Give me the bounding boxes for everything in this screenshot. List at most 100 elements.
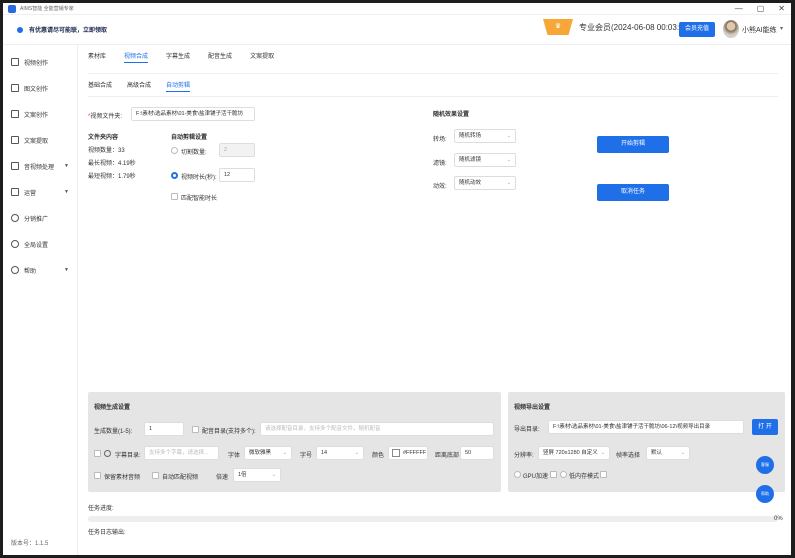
progress-percent: 0% [774,516,783,522]
count-input[interactable]: 1 [144,422,184,436]
sidebar-item-operation[interactable]: 运营 ▼ [3,179,77,205]
color-input[interactable]: #FFFFFF [388,446,428,460]
settings-icon [11,240,19,248]
sidebar-item-label: 图文创作 [24,86,49,93]
sidebar-item-copy-extract[interactable]: 文案提取 [3,127,77,153]
low-mem-checkbox[interactable] [600,471,607,478]
export-dir-label: 导出目录: [514,427,540,433]
help-icon: 帮助 [761,491,769,496]
sidebar-item-settings[interactable]: 全局设置 [3,231,77,257]
export-dir-input[interactable]: F:\素材\选品素材\01-美食\盐津铺子活干脆坊\06-12\视频导出目录 [548,420,744,434]
filter-select[interactable]: 随机滤镜 ⌄ [454,153,516,167]
speed-label: 倍速 [216,475,229,481]
vip-label: 专业会员(2024-06-08 00:03:59) [579,22,691,32]
font-value: 微软雅黑 [249,450,272,456]
tab-video-compose[interactable]: 视频合成 [124,51,149,63]
transition-label: 转场: [433,137,447,143]
duration-input[interactable]: 12 [219,168,255,182]
generation-settings-panel: 视频生成设置 生成数量(1-5): 1 配音目录(支持多个): 请选择配音目录，… [88,392,501,492]
user-menu-chevron-down-icon[interactable]: ▾ [780,25,783,32]
tab-subtitle[interactable]: 字幕生成 [166,51,190,63]
speed-value: 1倍 [238,472,247,478]
size-value: 14 [321,450,328,456]
auto-fit-checkbox[interactable] [152,472,159,479]
sidebar-item-image-text[interactable]: 图文创作 [3,75,77,101]
subtitle-input[interactable]: 支持多个字幕，请选择... [144,446,219,460]
transition-select[interactable]: 随机转场 ⌄ [454,129,516,143]
sidebar-item-label: 视频创作 [24,60,49,67]
help-icon [11,266,19,274]
sidebar-item-label: 音视频处理 [24,164,55,171]
subtitle-placeholder: 支持多个字幕，请选择... [149,450,209,456]
sub-tabs: 基础合成 高级合成 自动剪辑 [88,81,205,92]
maximize-icon[interactable]: ▢ [757,4,765,13]
segments-input[interactable]: 2 [219,143,255,157]
fps-select[interactable]: 默认 ⌄ [646,446,690,460]
bgm-label: 配音目录(支持多个): [202,429,256,435]
tab-dubbing[interactable]: 配音生成 [208,51,232,63]
minimize-icon[interactable]: — [735,4,743,13]
sidebar-item-label: 全局设置 [24,242,49,249]
sidebar-item-help[interactable]: 帮助 ▼ [3,257,77,283]
transition-value: 随机转场 [459,133,482,139]
speed-select[interactable]: 1倍 ⌄ [233,468,281,482]
sidebar-item-label: 分销推广 [24,216,49,223]
subtitle-label: 字幕目录: [115,453,141,459]
spacing-label: 距离底部 [435,453,460,459]
app-logo-icon [8,4,16,13]
font-select[interactable]: 微软雅黑 ⌄ [244,446,292,460]
generation-settings-title: 视频生成设置 [94,405,131,411]
low-mem-radio[interactable] [560,471,567,478]
chevron-down-icon: ⌄ [506,157,511,163]
sidebar-item-label: 帮助 [24,268,37,275]
renew-button[interactable]: 会员充值 [679,22,715,37]
subtab-basic[interactable]: 基础合成 [88,81,112,92]
tabs-divider [88,73,778,74]
subtab-advanced[interactable]: 高级合成 [127,81,151,92]
size-select[interactable]: 14 ⌄ [316,446,364,460]
avatar[interactable] [723,20,739,38]
tab-material[interactable]: 素材库 [88,51,106,63]
smart-duration-checkbox[interactable] [171,193,178,200]
close-icon[interactable]: ✕ [778,4,785,13]
image-text-icon [11,84,19,92]
gpu-radio[interactable] [514,471,521,478]
sidebar-item-video-create[interactable]: 视频创作 [3,49,77,75]
low-mem-label: 低内存模式 [569,474,600,480]
subtitle-checkbox[interactable] [94,450,101,457]
main-tabs: 素材库 视频合成 字幕生成 配音生成 文案提取 [88,51,292,63]
keep-audio-checkbox[interactable] [94,472,101,479]
bgm-input[interactable]: 请选择配音目录，支持多个配音文件，随机配音 [260,422,494,436]
cancel-task-button[interactable]: 取消任务 [597,184,669,201]
chevron-down-icon: ▼ [64,189,69,195]
open-dir-button[interactable]: 打 开 [752,419,778,435]
folder-input[interactable]: F:\素材\选品素材\01-美食\盐津铺子活干脆坊 [131,107,255,121]
customer-service-button[interactable]: 客服 [756,456,774,474]
start-edit-button[interactable]: 开始剪辑 [597,136,669,153]
resolution-select[interactable]: 竖屏 720x1280 自定义 ⌄ [538,446,610,460]
main-content: 素材库 视频合成 字幕生成 配音生成 文案提取 基础合成 高级合成 自动剪辑 *… [78,45,791,555]
segments-radio[interactable] [171,147,178,154]
sidebar-item-distribution[interactable]: 分销推广 [3,205,77,231]
sidebar-item-copywriting[interactable]: 文案创作 [3,101,77,127]
help-float-button[interactable]: 帮助 [756,485,774,503]
chevron-down-icon: ▼ [64,163,69,169]
auto-fit-label: 自动匹配视频 [162,475,199,481]
sidebar-item-media[interactable]: 音视频处理 ▼ [3,153,77,179]
duration-radio[interactable] [171,172,178,179]
tab-extract[interactable]: 文案提取 [250,51,274,63]
auto-edit-title: 自动剪辑设置 [171,135,208,141]
chevron-down-icon: ⌄ [506,133,511,139]
extract-icon [11,136,19,144]
progress-bar [88,516,778,522]
notice-text[interactable]: 有优惠请尽可能联，立即领取 [29,25,107,34]
spacing-input[interactable]: 50 [460,446,494,460]
gpu-checkbox[interactable] [550,471,557,478]
chevron-down-icon: ⌄ [600,450,605,456]
animation-select[interactable]: 随机动效 ⌄ [454,176,516,190]
subtab-auto-edit[interactable]: 自动剪辑 [166,81,191,92]
bgm-checkbox[interactable] [192,426,199,433]
username[interactable]: 小熊AI能练 [742,25,777,35]
duration-label: 视频时长(秒): [181,175,217,181]
animation-label: 动效: [433,184,447,190]
